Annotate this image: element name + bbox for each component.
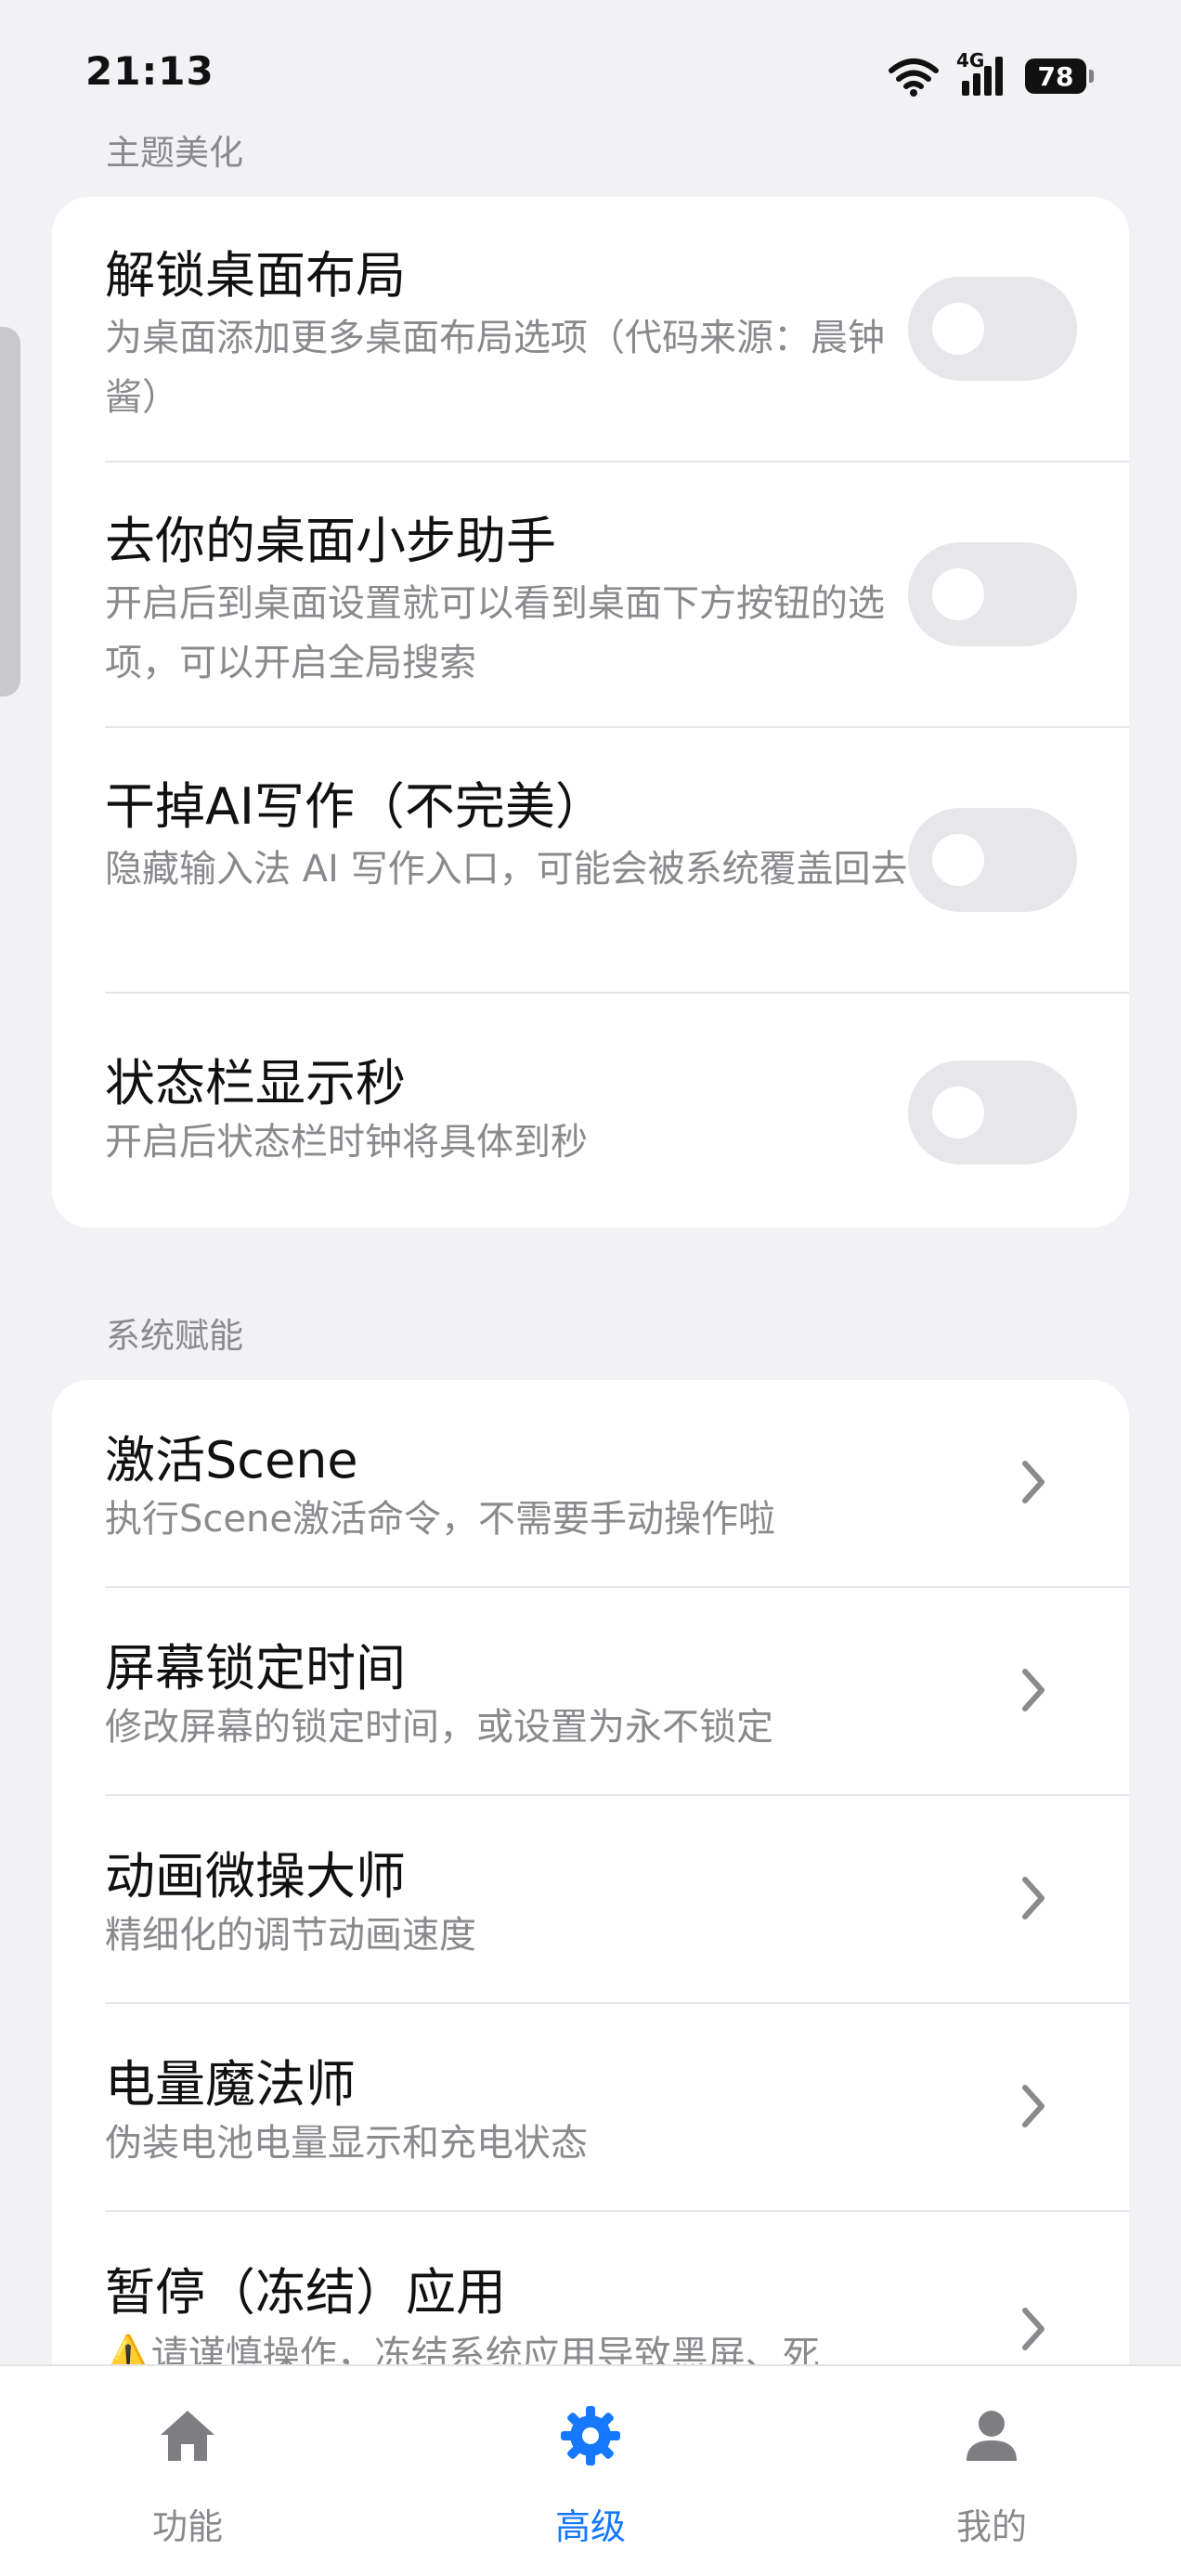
setting-description: 为桌面添加更多桌面布局选项（代码来源：晨钟酱）	[105, 317, 885, 419]
tab-label: 功能	[151, 2506, 223, 2547]
setting-description: 隐藏输入法 AI 写作入口，可能会被系统覆盖回去	[105, 848, 908, 891]
wifi-icon	[889, 59, 939, 97]
status-icons: 4G 78	[888, 49, 1094, 100]
setting-row-status-bar-seconds[interactable]: 状态栏显示秒 开启后状态栏时钟将具体到秒	[105, 994, 1129, 1228]
chevron-right-icon	[1022, 1461, 1045, 1503]
status-bar: 21:13 4G 78	[0, 0, 1181, 139]
setting-description: 开启后状态栏时钟将具体到秒	[105, 1121, 588, 1164]
nav-row-activate-scene[interactable]: 激活Scene 执行Scene激活命令，不需要手动操作啦	[105, 1380, 1129, 1588]
setting-row-disable-ai-writing[interactable]: 干掉AI写作（不完美） 隐藏输入法 AI 写作入口，可能会被系统覆盖回去	[105, 728, 1129, 994]
setting-title: 电量魔法师	[105, 2055, 356, 2114]
tab-label: 我的	[955, 2506, 1027, 2547]
setting-title: 激活Scene	[105, 1431, 358, 1490]
battery-icon: 78	[1025, 59, 1094, 94]
status-time: 21:13	[85, 48, 214, 94]
setting-title: 干掉AI写作（不完美）	[105, 777, 605, 836]
nav-row-battery-magician[interactable]: 电量魔法师 伪装电池电量显示和充电状态	[105, 2004, 1129, 2212]
unlock-desktop-layout-toggle[interactable]	[908, 277, 1077, 381]
tab-mine[interactable]: 我的	[899, 2403, 1084, 2549]
chevron-right-icon	[1022, 1669, 1045, 1711]
system-settings-card: 激活Scene 执行Scene激活命令，不需要手动操作啦 屏幕锁定时间 修改屏幕…	[52, 1380, 1129, 2494]
setting-description: 精细化的调节动画速度	[105, 1914, 476, 1957]
chevron-right-icon	[1022, 2308, 1045, 2350]
nav-row-screen-lock-time[interactable]: 屏幕锁定时间 修改屏幕的锁定时间，或设置为永不锁定	[105, 1588, 1129, 1796]
setting-title: 状态栏显示秒	[105, 1054, 406, 1112]
toggle-knob	[932, 568, 984, 620]
chevron-right-icon	[1022, 2085, 1045, 2127]
chevron-right-icon	[1022, 1877, 1045, 1919]
setting-title: 解锁桌面布局	[105, 246, 406, 305]
section-title-theme: 主题美化	[106, 133, 243, 173]
side-drag-handle[interactable]	[0, 327, 20, 696]
toggle-knob	[932, 834, 984, 886]
battery-level: 78	[1037, 60, 1074, 92]
setting-title: 动画微操大师	[105, 1847, 406, 1906]
tab-features[interactable]: 功能	[95, 2403, 280, 2549]
setting-title: 去你的桌面小步助手	[105, 512, 556, 570]
section-title-system: 系统赋能	[106, 1316, 243, 1356]
setting-title: 屏幕锁定时间	[105, 1639, 406, 1698]
setting-description: 开启后到桌面设置就可以看到桌面下方按钮的选项，可以开启全局搜索	[105, 582, 885, 684]
nav-row-animation-master[interactable]: 动画微操大师 精细化的调节动画速度	[105, 1796, 1129, 2004]
desktop-assistant-toggle[interactable]	[908, 542, 1077, 646]
setting-description: 执行Scene激活命令，不需要手动操作啦	[105, 1498, 775, 1541]
setting-row-unlock-desktop-layout[interactable]: 解锁桌面布局 为桌面添加更多桌面布局选项（代码来源：晨钟酱）	[105, 197, 1129, 462]
home-icon	[161, 2411, 214, 2461]
tab-label: 高级	[554, 2506, 626, 2547]
theme-settings-card: 解锁桌面布局 为桌面添加更多桌面布局选项（代码来源：晨钟酱） 去你的桌面小步助手…	[52, 197, 1129, 1228]
toggle-knob	[932, 303, 984, 355]
setting-description: 修改屏幕的锁定时间，或设置为永不锁定	[105, 1706, 773, 1749]
toggle-knob	[932, 1086, 984, 1138]
person-icon	[967, 2411, 1017, 2461]
bottom-tab-bar: 功能 高级 我的	[0, 2364, 1181, 2576]
setting-row-desktop-assistant[interactable]: 去你的桌面小步助手 开启后到桌面设置就可以看到桌面下方按钮的选项，可以开启全局搜…	[105, 462, 1129, 728]
status-bar-seconds-toggle[interactable]	[908, 1060, 1077, 1164]
setting-title: 暂停（冻结）应用	[105, 2263, 506, 2322]
gear-icon	[561, 2406, 620, 2465]
cellular-signal-icon: 4G	[956, 49, 1008, 98]
tab-advanced[interactable]: 高级	[498, 2403, 683, 2549]
disable-ai-writing-toggle[interactable]	[908, 808, 1077, 912]
setting-description: 伪装电池电量显示和充电状态	[105, 2122, 588, 2165]
